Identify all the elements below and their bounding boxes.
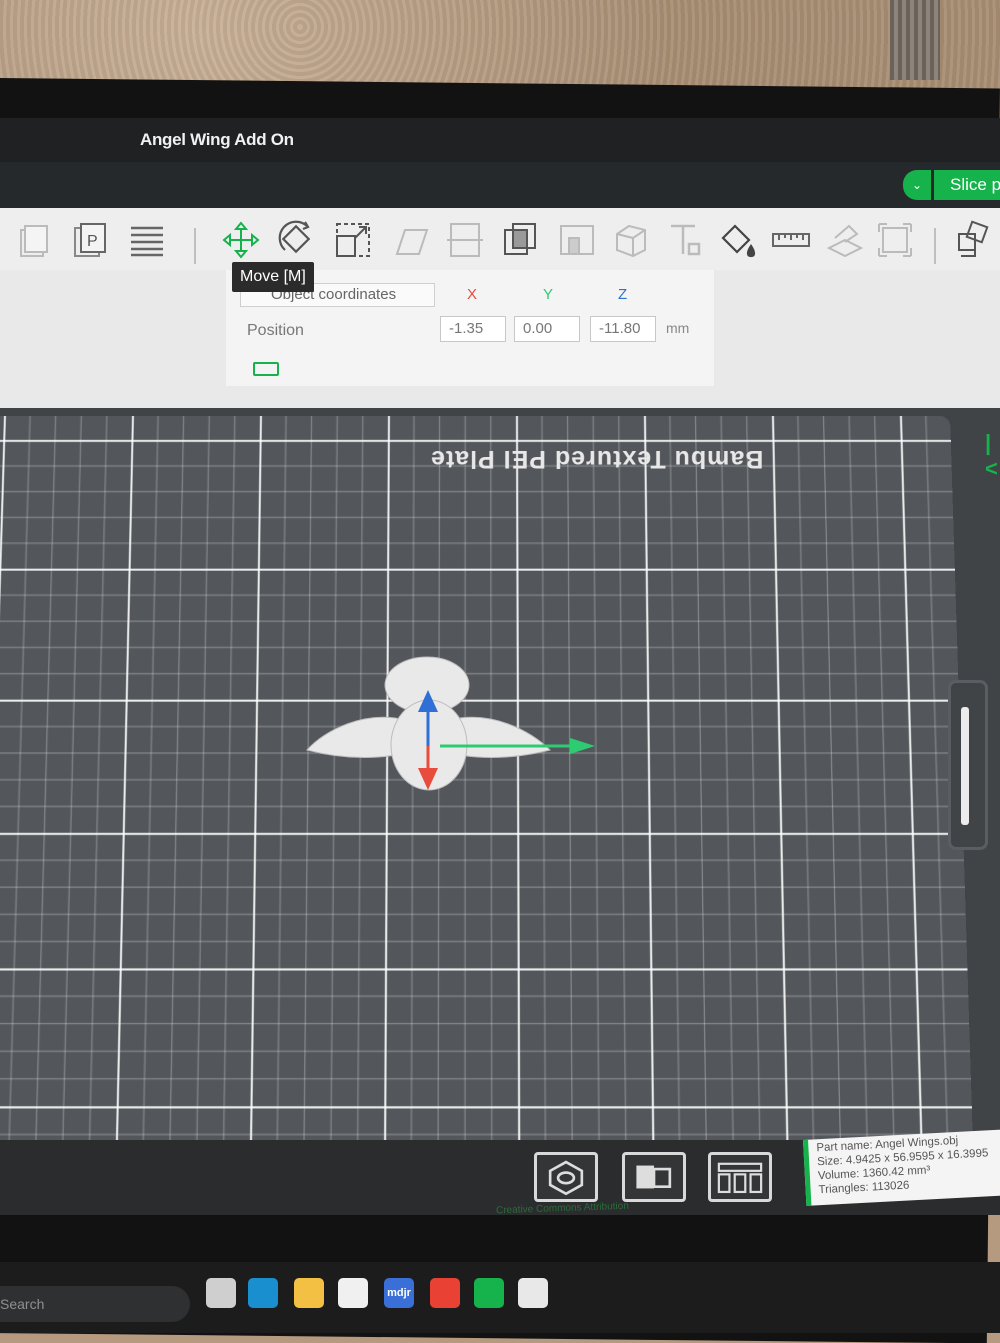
plate-label: Bambu Textured PEI Plate bbox=[430, 445, 764, 473]
window-title: Angel Wing Add On bbox=[140, 130, 294, 149]
meet-icon[interactable]: mdjr bbox=[384, 1278, 414, 1308]
iso-view-button[interactable] bbox=[534, 1152, 598, 1202]
cut-icon[interactable] bbox=[444, 220, 486, 260]
color-paint-icon[interactable] bbox=[716, 220, 758, 260]
assembly-icon[interactable] bbox=[824, 220, 866, 260]
part-info-panel: Part name: Angel Wings.obj Size: 4.9425 … bbox=[803, 1129, 1000, 1206]
support-paint-icon[interactable] bbox=[556, 220, 598, 260]
measure-icon[interactable] bbox=[770, 220, 812, 260]
arrange-icon[interactable] bbox=[126, 220, 168, 260]
boolean-icon[interactable] bbox=[500, 220, 542, 260]
move-tooltip: Move [M] bbox=[232, 262, 314, 292]
side-collapse-icon[interactable]: |< bbox=[985, 430, 1000, 482]
position-x-input[interactable]: -1.35 bbox=[440, 316, 506, 342]
keyboard-icon[interactable] bbox=[253, 362, 279, 376]
add-icon[interactable] bbox=[14, 220, 56, 260]
fit-icon[interactable] bbox=[874, 220, 916, 260]
split-icon[interactable] bbox=[954, 220, 996, 260]
scale-icon[interactable] bbox=[332, 220, 374, 260]
file-icon[interactable] bbox=[206, 1278, 236, 1308]
explorer-icon[interactable] bbox=[294, 1278, 324, 1308]
plate-handle[interactable] bbox=[948, 680, 988, 850]
menu-bar bbox=[0, 162, 1000, 208]
toolbar-separator bbox=[194, 228, 196, 264]
title-bar: Angel Wing Add On bbox=[0, 118, 1000, 162]
move-icon[interactable] bbox=[220, 220, 262, 260]
snip-icon[interactable] bbox=[518, 1278, 548, 1308]
svg-text:P: P bbox=[87, 233, 98, 250]
position-y-input[interactable]: 0.00 bbox=[514, 316, 580, 342]
position-label: Position bbox=[247, 322, 304, 339]
slice-dropdown-icon[interactable]: ⌄ bbox=[903, 170, 931, 200]
z-axis-label: Z bbox=[618, 286, 628, 303]
background-cables bbox=[890, 0, 940, 80]
multi-plate-button[interactable] bbox=[708, 1152, 772, 1202]
position-unit: mm bbox=[666, 320, 690, 336]
slice-plate-button[interactable]: Slice p bbox=[934, 170, 1000, 200]
taskbar-search[interactable]: Search bbox=[0, 1286, 190, 1322]
position-z-input[interactable]: -11.80 bbox=[590, 316, 656, 342]
add-plate-icon[interactable]: P bbox=[70, 220, 112, 260]
bambu-studio-icon[interactable] bbox=[474, 1278, 504, 1308]
lay-on-face-icon[interactable] bbox=[390, 220, 432, 260]
background-wall bbox=[0, 0, 1000, 90]
rotate-icon[interactable] bbox=[276, 220, 318, 260]
chrome-icon[interactable] bbox=[430, 1278, 460, 1308]
edge-icon[interactable] bbox=[248, 1278, 278, 1308]
x-axis-label: X bbox=[467, 286, 478, 303]
slice-group: ⌄ Slice p bbox=[903, 170, 1000, 200]
store-icon[interactable] bbox=[338, 1278, 368, 1308]
toolbar-separator bbox=[934, 228, 936, 264]
angel-wings-model[interactable] bbox=[305, 650, 605, 810]
single-plate-button[interactable] bbox=[622, 1152, 686, 1202]
toolbar: P bbox=[0, 208, 1000, 270]
seam-paint-icon[interactable] bbox=[610, 220, 652, 260]
y-axis-label: Y bbox=[543, 286, 554, 303]
text-icon[interactable] bbox=[664, 220, 706, 260]
